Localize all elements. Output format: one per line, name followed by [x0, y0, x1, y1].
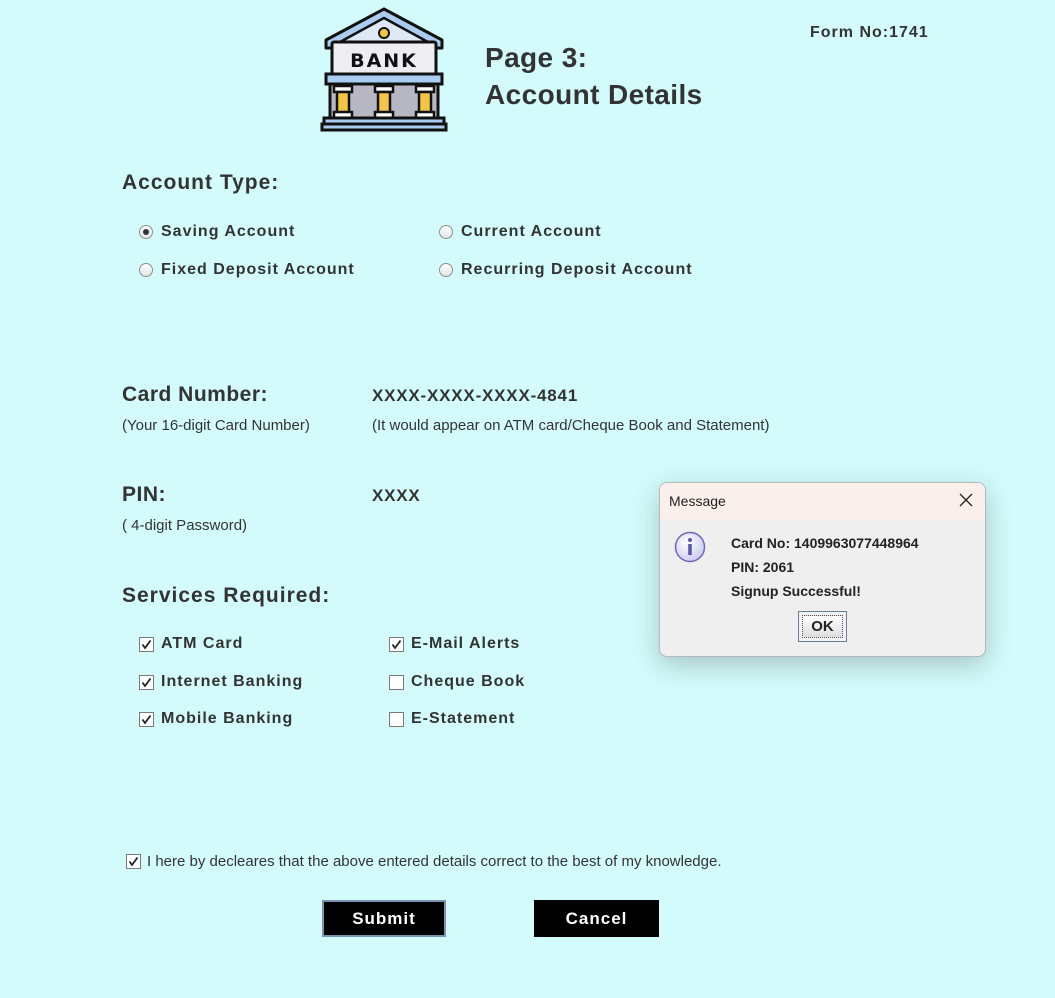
radio-label: Recurring Deposit Account [461, 261, 693, 278]
ok-button[interactable]: OK [798, 611, 847, 642]
checkbox-checked[interactable] [389, 636, 404, 652]
checkbox-checked[interactable] [139, 711, 154, 727]
checkbox-email-alerts[interactable]: E-Mail Alerts [389, 634, 520, 654]
pin-hint: ( 4-digit Password) [122, 517, 248, 534]
cancel-button[interactable]: Cancel [534, 900, 659, 937]
page-title: Page 3: [485, 42, 588, 73]
checkbox-label: E-Mail Alerts [411, 635, 521, 652]
radio-button[interactable] [439, 263, 453, 277]
checkbox-label: E-Statement [411, 710, 516, 727]
message-dialog: Message Card No: 1409963077448964 PIN: 2… [659, 482, 986, 657]
info-icon [674, 531, 706, 563]
pin-value: XXXX [372, 486, 421, 505]
checkmark-icon [141, 714, 152, 725]
checkmark-icon [141, 639, 152, 650]
dialog-card-number: Card No: 1409963077448964 [731, 535, 919, 551]
card-number-hint: (Your 16-digit Card Number) [122, 417, 310, 434]
declaration-text: I here by decleares that the above enter… [147, 853, 722, 870]
page-subtitle: Account Details [485, 79, 703, 110]
radio-recurring-deposit-account[interactable]: Recurring Deposit Account [439, 260, 693, 280]
checkbox-internet-banking[interactable]: Internet Banking [139, 672, 303, 692]
radio-button[interactable] [139, 263, 153, 277]
checkbox-label: Cheque Book [411, 673, 526, 690]
checkmark-icon [141, 677, 152, 688]
radio-fixed-deposit-account[interactable]: Fixed Deposit Account [139, 260, 355, 280]
checkbox-e-statement[interactable]: E-Statement [389, 709, 515, 729]
pin-label: PIN: [122, 483, 166, 506]
account-type-heading: Account Type: [122, 171, 280, 194]
ok-button-label: OK [802, 615, 843, 638]
radio-button-selected[interactable] [139, 225, 153, 239]
card-number-note: (It would appear on ATM card/Cheque Book… [372, 417, 770, 434]
card-number-value: XXXX-XXXX-XXXX-4841 [372, 386, 579, 405]
radio-label: Fixed Deposit Account [161, 261, 355, 278]
checkmark-icon [391, 639, 402, 650]
checkbox-unchecked[interactable] [389, 674, 404, 690]
checkbox-checked[interactable] [126, 854, 141, 869]
dialog-pin: PIN: 2061 [731, 559, 795, 575]
radio-button[interactable] [439, 225, 453, 239]
radio-label: Saving Account [161, 223, 296, 240]
declaration-checkbox[interactable]: I here by decleares that the above enter… [126, 853, 722, 870]
services-heading: Services Required: [122, 584, 331, 607]
close-icon[interactable] [957, 491, 975, 509]
svg-text:BANK: BANK [350, 50, 418, 72]
checkbox-cheque-book[interactable]: Cheque Book [389, 672, 525, 692]
checkmark-icon [128, 856, 139, 867]
checkbox-mobile-banking[interactable]: Mobile Banking [139, 709, 293, 729]
checkbox-unchecked[interactable] [389, 711, 404, 727]
radio-saving-account[interactable]: Saving Account [139, 222, 295, 242]
radio-label: Current Account [461, 223, 602, 240]
radio-current-account[interactable]: Current Account [439, 222, 602, 242]
dialog-message: Signup Successful! [731, 583, 861, 599]
checkbox-label: Mobile Banking [161, 710, 294, 727]
checkbox-atm-card[interactable]: ATM Card [139, 634, 243, 654]
card-number-label: Card Number: [122, 383, 269, 406]
submit-button[interactable]: Submit [322, 900, 446, 937]
dialog-titlebar[interactable]: Message [660, 483, 985, 519]
checkbox-label: Internet Banking [161, 673, 304, 690]
form-number: Form No:1741 [810, 24, 929, 41]
checkbox-label: ATM Card [161, 635, 244, 652]
dialog-title: Message [669, 493, 726, 509]
checkbox-checked[interactable] [139, 636, 154, 652]
checkbox-checked[interactable] [139, 674, 154, 690]
bank-logo-icon: BANK [320, 6, 448, 132]
